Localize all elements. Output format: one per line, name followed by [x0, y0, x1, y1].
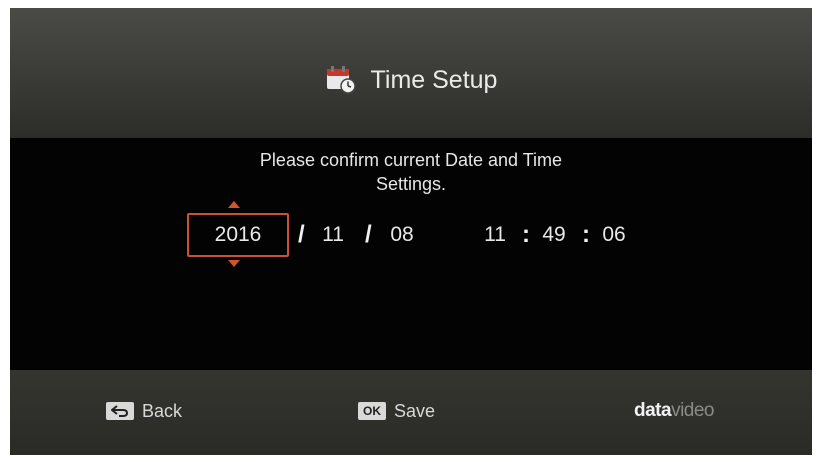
- back-label: Back: [142, 400, 183, 421]
- year-field[interactable]: 2016: [190, 213, 286, 257]
- back-arrow-icon: [106, 402, 134, 420]
- time-setup-content: Please confirm current Date and Time Set…: [10, 138, 812, 378]
- date-separator-1: /: [298, 221, 305, 248]
- month-field[interactable]: 11: [313, 213, 353, 257]
- time-separator-2: :: [582, 221, 590, 248]
- brand-part-2: video: [671, 400, 714, 421]
- device-screen: Time Setup Please confirm current Date a…: [10, 8, 812, 455]
- hour-field[interactable]: 11: [475, 213, 515, 257]
- confirm-prompt: Please confirm current Date and Time Set…: [160, 148, 662, 196]
- header-bar: Time Setup: [10, 8, 812, 138]
- page-title: Time Setup: [10, 60, 812, 100]
- calendar-clock-icon: [325, 65, 357, 95]
- brand-part-1: data: [634, 400, 672, 421]
- day-field[interactable]: 08: [382, 213, 422, 257]
- save-button[interactable]: OK Save: [358, 398, 435, 424]
- minute-field[interactable]: 49: [534, 213, 574, 257]
- decrement-arrow-icon[interactable]: [228, 260, 240, 267]
- date-separator-2: /: [365, 221, 372, 248]
- title-text: Time Setup: [370, 65, 498, 94]
- increment-arrow-icon[interactable]: [228, 201, 240, 208]
- prompt-line-1: Please confirm current Date and Time: [259, 150, 563, 170]
- back-button[interactable]: Back: [106, 398, 182, 424]
- ok-key-chip: OK: [358, 402, 386, 420]
- footer-bar: Back OK Save datavideo: [10, 370, 812, 455]
- second-field[interactable]: 06: [594, 213, 634, 257]
- time-separator-1: :: [522, 221, 530, 248]
- datavideo-logo: datavideo: [634, 400, 714, 422]
- save-label: Save: [394, 400, 436, 421]
- datetime-editor: 2016 / 11 / 08 11 : 49 : 06: [10, 201, 812, 267]
- prompt-line-2: Settings.: [375, 174, 447, 194]
